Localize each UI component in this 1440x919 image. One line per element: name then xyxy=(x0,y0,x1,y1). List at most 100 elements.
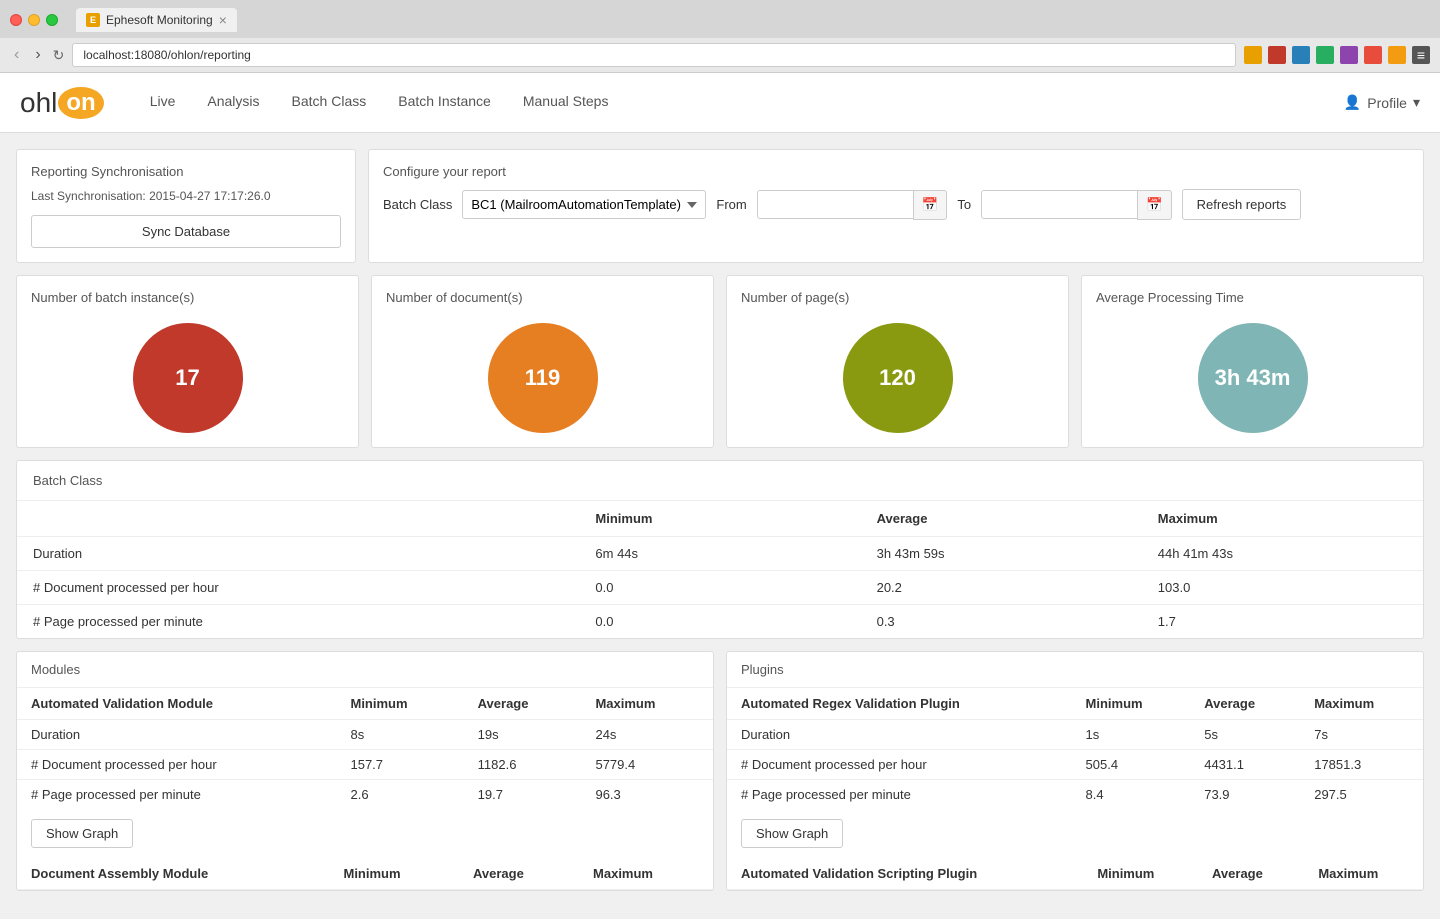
table-row: # Document processed per hour 157.7 1182… xyxy=(17,750,713,780)
row-min: 157.7 xyxy=(336,750,463,780)
sync-database-button[interactable]: Sync Database xyxy=(31,215,341,248)
nav-batch-instance[interactable]: Batch Instance xyxy=(382,73,507,132)
stat-documents-circle: 119 xyxy=(488,323,598,433)
row-avg: 73.9 xyxy=(1190,780,1300,810)
row-label: Duration xyxy=(17,720,336,750)
row-avg: 1182.6 xyxy=(464,750,582,780)
row-max: 103.0 xyxy=(1142,571,1423,605)
active-tab[interactable]: E Ephesoft Monitoring × xyxy=(76,8,237,32)
table-row: Automated Validation Module Minimum Aver… xyxy=(17,688,713,720)
module-name-header: Automated Validation Module xyxy=(17,688,336,720)
modules-table: Automated Validation Module Minimum Aver… xyxy=(17,688,713,809)
stat-avg-time-title: Average Processing Time xyxy=(1096,290,1244,305)
refresh-reports-button[interactable]: Refresh reports xyxy=(1182,189,1302,220)
plugin-2-name-header: Automated Validation Scripting Plugin xyxy=(727,858,1083,890)
extension-icon-7 xyxy=(1388,46,1406,64)
extension-icon-3 xyxy=(1292,46,1310,64)
row-min: 8.4 xyxy=(1072,780,1191,810)
batch-class-label: Batch Class xyxy=(383,197,452,212)
maximize-dot[interactable] xyxy=(46,14,58,26)
stat-pages-title: Number of page(s) xyxy=(741,290,849,305)
extension-icon-1 xyxy=(1244,46,1262,64)
tab-title: Ephesoft Monitoring xyxy=(106,13,213,27)
nav-live[interactable]: Live xyxy=(134,73,192,132)
row-max: 1.7 xyxy=(1142,605,1423,639)
profile-chevron-icon: ▾ xyxy=(1413,94,1420,111)
profile-menu[interactable]: 👤 Profile ▾ xyxy=(1344,94,1420,111)
nav-manual-steps[interactable]: Manual Steps xyxy=(507,73,625,132)
logo-text: ohl xyxy=(20,87,57,119)
table-row: # Page processed per minute 8.4 73.9 297… xyxy=(727,780,1423,810)
row-min: 0.0 xyxy=(579,605,860,639)
plugins-show-graph-button[interactable]: Show Graph xyxy=(741,819,843,848)
forward-button[interactable]: › xyxy=(31,44,44,66)
menu-icon[interactable]: ≡ xyxy=(1412,46,1430,64)
close-dot[interactable] xyxy=(10,14,22,26)
stat-avg-time-circle: 3h 43m xyxy=(1198,323,1308,433)
col-header-minimum: Minimum xyxy=(579,501,860,537)
url-bar[interactable] xyxy=(72,43,1236,67)
to-calendar-icon[interactable]: 📅 xyxy=(1137,190,1172,220)
profile-icon: 👤 xyxy=(1344,94,1361,111)
table-row: Automated Regex Validation Plugin Minimu… xyxy=(727,688,1423,720)
table-row: Duration 6m 44s 3h 43m 59s 44h 41m 43s xyxy=(17,537,1423,571)
nav-analysis[interactable]: Analysis xyxy=(191,73,275,132)
tab-favicon: E xyxy=(86,13,100,27)
back-button[interactable]: ‹ xyxy=(10,44,23,66)
modules-title: Modules xyxy=(17,652,713,688)
batch-class-table: Minimum Average Maximum Duration 6m 44s … xyxy=(17,501,1423,638)
to-input-group: 📅 xyxy=(981,190,1172,220)
batch-class-select[interactable]: BC1 (MailroomAutomationTemplate) xyxy=(462,190,706,219)
logo: ohlon xyxy=(20,87,104,119)
nav-batch-class[interactable]: Batch Class xyxy=(276,73,383,132)
configure-card: Configure your report Batch Class BC1 (M… xyxy=(368,149,1424,263)
table-row: Document Assembly Module Minimum Average… xyxy=(17,858,713,890)
row-max: 24s xyxy=(581,720,713,750)
from-label: From xyxy=(716,197,746,212)
page-content: Reporting Synchronisation Last Synchroni… xyxy=(0,133,1440,919)
plugin-avg-header: Average xyxy=(1190,688,1300,720)
row-avg: 3h 43m 59s xyxy=(861,537,1142,571)
table-row: # Document processed per hour 0.0 20.2 1… xyxy=(17,571,1423,605)
row-min: 8s xyxy=(336,720,463,750)
row-min: 0.0 xyxy=(579,571,860,605)
modules-show-graph-button[interactable]: Show Graph xyxy=(31,819,133,848)
tab-area: E Ephesoft Monitoring × xyxy=(66,8,317,32)
row-min: 505.4 xyxy=(1072,750,1191,780)
window-controls xyxy=(10,14,58,26)
row-max: 44h 41m 43s xyxy=(1142,537,1423,571)
from-calendar-icon[interactable]: 📅 xyxy=(913,190,948,220)
plugins-table: Automated Regex Validation Plugin Minimu… xyxy=(727,688,1423,809)
browser-chrome: E Ephesoft Monitoring × ‹ › ↻ ≡ xyxy=(0,0,1440,73)
row-label: # Document processed per hour xyxy=(17,571,579,605)
nav-menu: Live Analysis Batch Class Batch Instance… xyxy=(134,73,1344,132)
from-date-input[interactable] xyxy=(757,190,917,219)
row-label: # Page processed per minute xyxy=(17,780,336,810)
from-input-group: 📅 xyxy=(757,190,948,220)
reload-button[interactable]: ↻ xyxy=(53,47,65,64)
to-date-input[interactable] xyxy=(981,190,1141,219)
stat-avg-time: Average Processing Time 3h 43m xyxy=(1081,275,1424,448)
extension-icon-4 xyxy=(1316,46,1334,64)
table-row: # Page processed per minute 2.6 19.7 96.… xyxy=(17,780,713,810)
minimize-dot[interactable] xyxy=(28,14,40,26)
table-row: # Document processed per hour 505.4 4431… xyxy=(727,750,1423,780)
to-label: To xyxy=(957,197,971,212)
configure-form: Batch Class BC1 (MailroomAutomationTempl… xyxy=(383,189,1409,220)
stat-documents: Number of document(s) 119 xyxy=(371,275,714,448)
batch-class-table-card: Batch Class Minimum Average Maximum Dura… xyxy=(16,460,1424,639)
row-max: 96.3 xyxy=(581,780,713,810)
tab-close-icon[interactable]: × xyxy=(219,12,227,28)
row-label: # Page processed per minute xyxy=(17,605,579,639)
row-avg: 0.3 xyxy=(861,605,1142,639)
row-avg: 20.2 xyxy=(861,571,1142,605)
table-row: Duration 8s 19s 24s xyxy=(17,720,713,750)
plugin-name-header: Automated Regex Validation Plugin xyxy=(727,688,1072,720)
col-header-maximum: Maximum xyxy=(1142,501,1423,537)
row-label: # Page processed per minute xyxy=(727,780,1072,810)
profile-label: Profile xyxy=(1367,95,1407,111)
module-2-min-header: Minimum xyxy=(329,858,459,890)
plugin-2-max-header: Maximum xyxy=(1304,858,1423,890)
extension-icon-6 xyxy=(1364,46,1382,64)
module-avg-header: Average xyxy=(464,688,582,720)
